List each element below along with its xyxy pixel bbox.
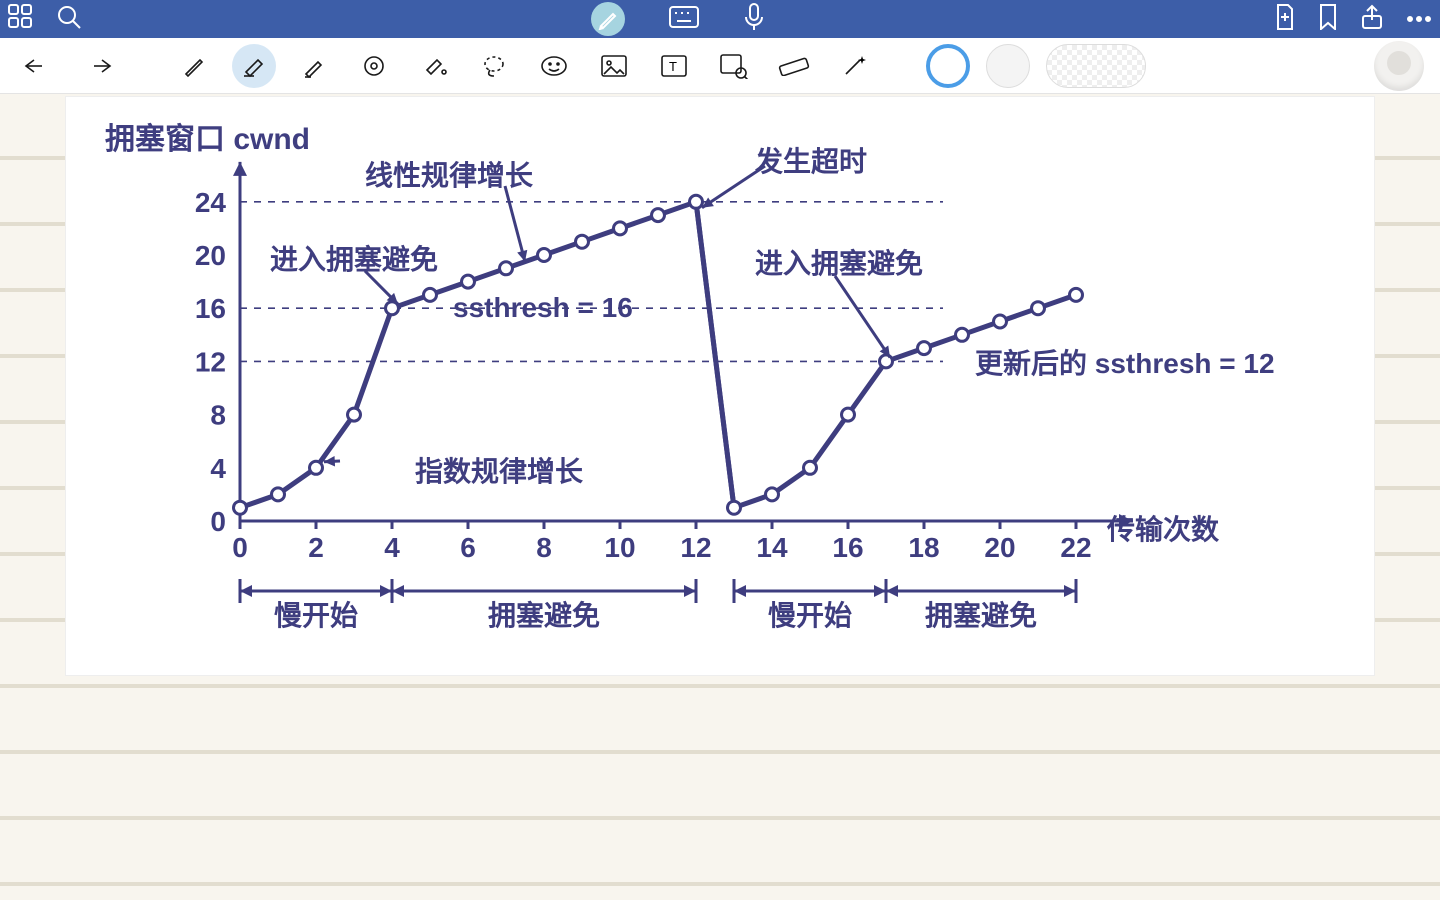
y-axis-label: 拥塞窗口 cwnd (105, 114, 310, 158)
x-tick: 22 (1060, 532, 1091, 563)
data-point (1070, 288, 1083, 301)
new-page-icon[interactable] (1274, 4, 1296, 35)
color-swatch-transparent[interactable] (1046, 44, 1146, 88)
x-tick: 20 (984, 532, 1015, 563)
phase-label: 拥塞避免 (488, 599, 600, 631)
magic-tool[interactable] (832, 44, 876, 88)
annot-enter-avoid-2: 进入拥塞避免 (755, 242, 923, 282)
data-point (500, 262, 513, 275)
data-point (994, 315, 1007, 328)
redo-button[interactable] (76, 44, 120, 88)
sticker-tool[interactable] (532, 44, 576, 88)
y-tick: 20 (195, 240, 226, 271)
data-point (728, 501, 741, 514)
annot-ssthresh-2: 更新后的 ssthresh = 12 (975, 342, 1275, 382)
y-tick: 4 (210, 453, 226, 484)
phase-label: 拥塞避免 (925, 599, 1037, 631)
note-page: 024681012141618202204812162024慢开始拥塞避免慢开始… (0, 94, 1440, 900)
search-icon[interactable] (56, 4, 82, 35)
bookmark-icon[interactable] (1318, 4, 1338, 35)
data-point (272, 488, 285, 501)
highlighter-tool[interactable] (292, 44, 336, 88)
phase-label: 慢开始 (274, 600, 358, 631)
annot-linear: 线性规律增长 (365, 154, 533, 194)
data-point (842, 408, 855, 421)
apps-icon[interactable] (8, 4, 34, 35)
app-header (0, 0, 1440, 38)
drawing-toolbar: T (0, 38, 1440, 94)
svg-text:T: T (669, 59, 677, 74)
x-axis-label: 传输次数 (1107, 508, 1219, 548)
annot-ssthresh-1: ssthresh = 16 (453, 292, 633, 324)
fill-tool[interactable] (412, 44, 456, 88)
data-point (614, 222, 627, 235)
x-tick: 6 (460, 532, 476, 563)
data-point (1032, 302, 1045, 315)
data-point (956, 328, 969, 341)
data-point (766, 488, 779, 501)
data-point (424, 288, 437, 301)
data-point (234, 501, 247, 514)
annot-timeout: 发生超时 (755, 140, 867, 180)
data-point (690, 195, 703, 208)
x-tick: 10 (604, 532, 635, 563)
ruler-tool[interactable] (772, 44, 816, 88)
chart-canvas: 024681012141618202204812162024慢开始拥塞避免慢开始… (65, 96, 1375, 676)
x-tick: 16 (832, 532, 863, 563)
eraser-tool[interactable] (232, 44, 276, 88)
x-tick: 14 (756, 532, 788, 563)
data-point (576, 235, 589, 248)
annot-enter-avoid-1: 进入拥塞避免 (270, 238, 438, 278)
keyboard-icon[interactable] (669, 6, 699, 33)
x-tick: 2 (308, 532, 324, 563)
image-tool[interactable] (592, 44, 636, 88)
user-avatar[interactable] (1374, 41, 1424, 91)
color-swatch-1[interactable] (926, 44, 970, 88)
y-tick: 24 (195, 187, 227, 218)
mic-icon[interactable] (743, 3, 765, 36)
cwnd-chart: 024681012141618202204812162024慢开始拥塞避免慢开始… (65, 96, 1375, 676)
color-swatch-2[interactable] (986, 44, 1030, 88)
pen-tool[interactable] (172, 44, 216, 88)
undo-button[interactable] (16, 44, 60, 88)
lasso-tool[interactable] (472, 44, 516, 88)
share-icon[interactable] (1360, 4, 1384, 35)
phase-label: 慢开始 (768, 600, 852, 631)
data-point (804, 461, 817, 474)
data-point (538, 249, 551, 262)
y-tick: 12 (195, 346, 226, 377)
text-tool[interactable]: T (652, 44, 696, 88)
x-tick: 8 (536, 532, 552, 563)
x-tick: 0 (232, 532, 248, 563)
x-tick: 18 (908, 532, 939, 563)
data-point (348, 408, 361, 421)
pen-mode-icon[interactable] (591, 2, 625, 36)
x-tick: 12 (680, 532, 711, 563)
data-point (462, 275, 475, 288)
data-point (310, 461, 323, 474)
data-point (918, 342, 931, 355)
annot-exp-growth: 指数规律增长 (415, 450, 583, 490)
y-tick: 0 (210, 506, 226, 537)
x-tick: 4 (384, 532, 400, 563)
image-search-tool[interactable] (712, 44, 756, 88)
y-tick: 8 (210, 400, 226, 431)
more-icon[interactable] (1406, 10, 1432, 28)
data-point (652, 209, 665, 222)
y-tick: 16 (195, 293, 226, 324)
shape-tool[interactable] (352, 44, 396, 88)
